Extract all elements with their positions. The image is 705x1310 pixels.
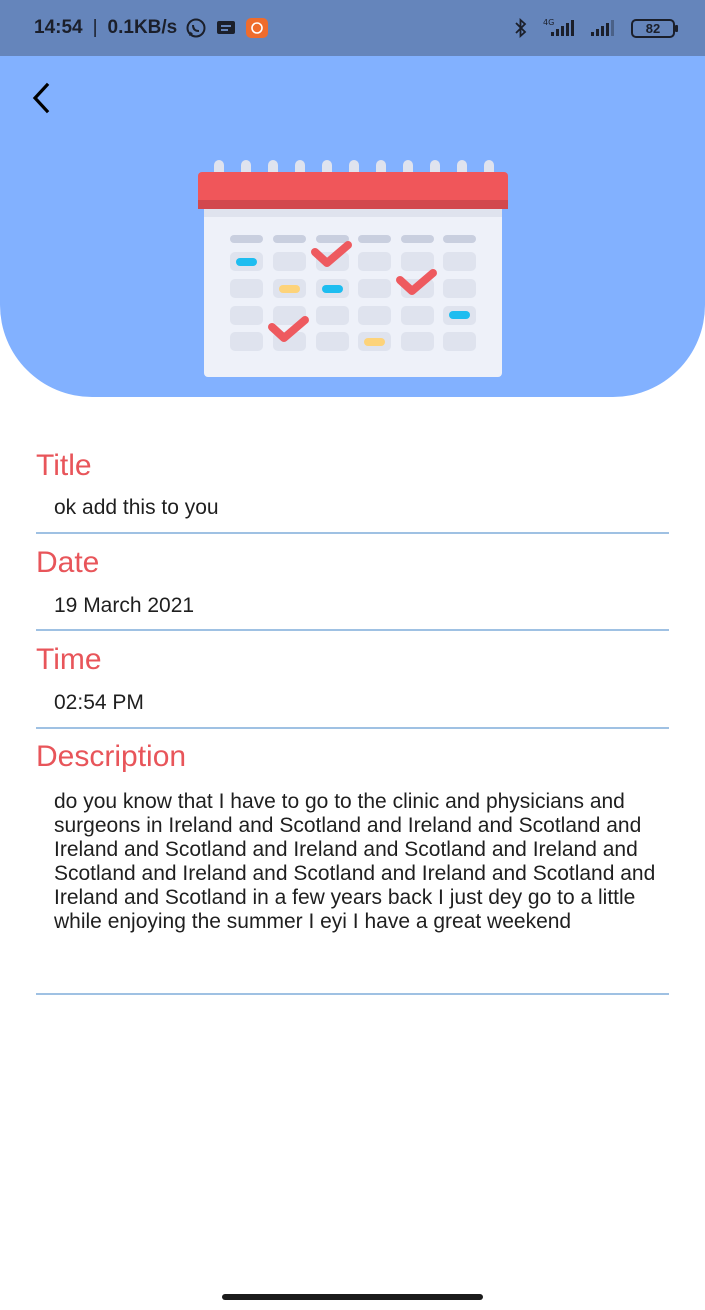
status-left: 14:54 | 0.1KB/s [34,17,269,39]
title-field: Title ok add this to you [36,449,669,534]
mi-app-icon [245,17,269,39]
whatsapp-icon [185,17,207,39]
chevron-left-icon [32,82,50,114]
status-time: 14:54 [34,17,83,38]
battery-icon: 82 [631,18,678,38]
description-label: Description [36,740,187,773]
network-speed: 0.1KB/s [107,17,178,38]
battery-level: 82 [645,20,661,36]
home-indicator[interactable] [222,1294,483,1300]
message-icon [215,18,237,38]
date-value[interactable]: 19 March 2021 [54,594,669,618]
status-bar: 14:54 | 0.1KB/s 4G 82 [0,0,705,56]
network-type-label: 4G [543,18,554,27]
status-right: 4G 82 [513,17,678,39]
date-field: Date 19 March 2021 [36,546,669,631]
status-separator: | [92,17,98,38]
time-label: Time [36,643,102,676]
title-value[interactable]: ok add this to you [54,496,669,520]
description-value[interactable]: do you know that I have to go to the cli… [54,790,666,934]
date-label: Date [36,546,100,579]
bluetooth-icon [513,17,529,39]
time-value[interactable]: 02:54 PM [54,691,669,715]
signal-4g-icon: 4G [541,17,577,39]
back-button[interactable] [22,78,62,118]
calendar-illustration [198,160,508,377]
title-label: Title [36,449,92,482]
description-field: Description do you know that I have to g… [36,740,669,995]
signal-icon [589,17,619,39]
header-banner [0,56,705,397]
time-field: Time 02:54 PM [36,643,669,729]
